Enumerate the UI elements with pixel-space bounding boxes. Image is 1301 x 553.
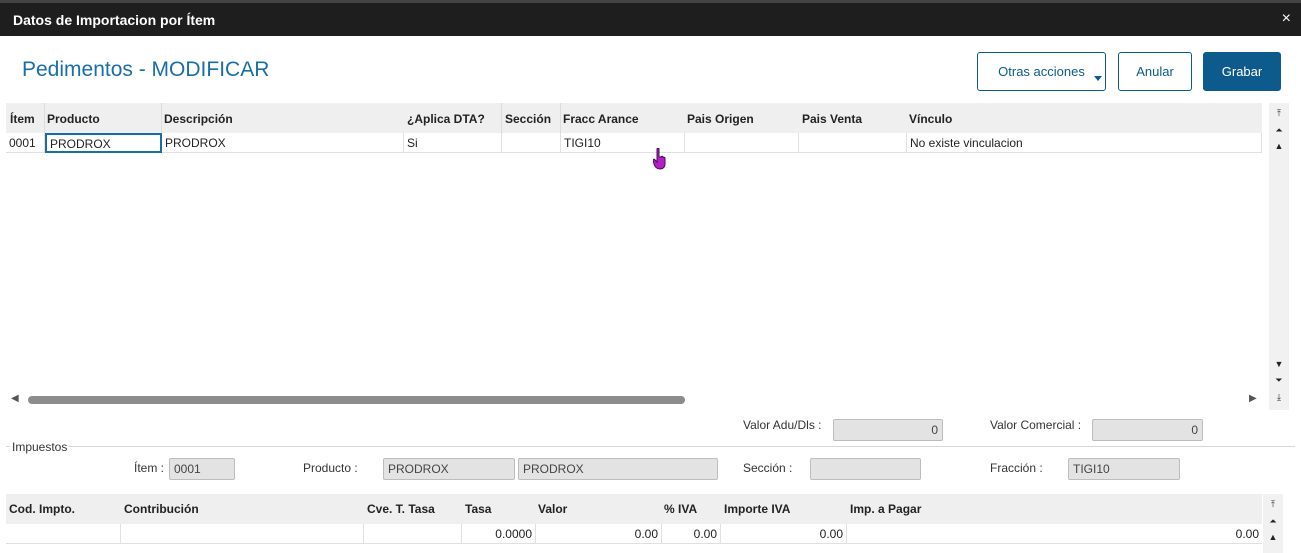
col-valor[interactable]: Valor: [538, 502, 567, 516]
cell-producto[interactable]: PRODROX: [45, 133, 162, 153]
impuesto-producto-label: Producto :: [303, 461, 358, 475]
close-icon[interactable]: ×: [1282, 11, 1291, 27]
impuesto-fraccion-label: Fracción :: [990, 461, 1043, 475]
items-vertical-scrollbar[interactable]: ⤒ ⏶ ▲ ▼ ⏷ ⤓: [1269, 103, 1289, 410]
cell-vinculo[interactable]: No existe vinculacion: [907, 133, 1262, 153]
valor-comercial-field: 0: [1092, 419, 1203, 441]
scroll-left-icon[interactable]: ◀: [11, 393, 19, 404]
window-title: Datos de Importacion por Ítem: [13, 12, 216, 28]
items-horizontal-scrollbar[interactable]: ◀ ▶: [6, 391, 1262, 407]
tax-vertical-scrollbar[interactable]: ⤒ ⏶ ▲: [1263, 494, 1283, 553]
col-producto[interactable]: Producto: [47, 112, 100, 126]
scroll-prev-page-icon[interactable]: ⏶: [1272, 123, 1286, 137]
col-pct-iva[interactable]: % IVA: [664, 502, 697, 516]
scroll-first-icon[interactable]: ⤒: [1272, 106, 1286, 120]
col-fracc-arance[interactable]: Fracc Arance: [563, 112, 639, 126]
table-row[interactable]: 0001 PRODROX PRODROX Si TIGI10 No existe…: [6, 133, 1262, 153]
scrollbar-thumb[interactable]: [28, 396, 685, 404]
impuesto-seccion-field: [810, 458, 921, 480]
col-pais-origen[interactable]: Pais Origen: [687, 112, 754, 126]
cell-imp-a-pagar[interactable]: 0.00: [847, 524, 1262, 544]
impuesto-fraccion-field: TIGI10: [1068, 458, 1180, 480]
col-item[interactable]: Ítem: [10, 112, 35, 126]
scroll-next-page-icon[interactable]: ⏷: [1272, 373, 1286, 387]
page-title: Pedimentos - MODIFICAR: [22, 58, 270, 81]
scroll-last-icon[interactable]: ⤓: [1272, 390, 1286, 404]
anular-button[interactable]: Anular: [1118, 52, 1192, 91]
cell-aplica-dta[interactable]: Si: [404, 133, 502, 153]
hand-pointer-icon: [653, 148, 666, 170]
cell-contribucion[interactable]: [121, 524, 364, 544]
scroll-down-icon[interactable]: ▼: [1272, 357, 1286, 371]
impuesto-seccion-label: Sección :: [743, 461, 793, 475]
impuesto-item-label: Ítem :: [134, 461, 165, 475]
dialog-window: Datos de Importacion por Ítem × Pediment…: [0, 0, 1301, 553]
tax-grid-header: Cod. Impto. Contribución Cve. T. Tasa Ta…: [6, 494, 1262, 524]
cell-pais-origen[interactable]: [685, 133, 799, 153]
col-imp-a-pagar[interactable]: Imp. a Pagar: [850, 502, 921, 516]
cell-importe-iva[interactable]: 0.00: [721, 524, 847, 544]
cell-cve-t-tasa[interactable]: [364, 524, 462, 544]
impuestos-divider: [6, 446, 1295, 447]
col-aplica-dta[interactable]: ¿Aplica DTA?: [407, 112, 485, 126]
col-contribucion[interactable]: Contribución: [124, 502, 199, 516]
scroll-first-icon[interactable]: ⤒: [1266, 497, 1280, 511]
cell-valor[interactable]: 0.00: [536, 524, 662, 544]
impuesto-item-field: 0001: [169, 458, 235, 480]
impuesto-producto-code-field: PRODROX: [383, 458, 515, 480]
col-descripcion[interactable]: Descripción: [164, 112, 233, 126]
cell-tasa[interactable]: 0.0000: [462, 524, 536, 544]
cell-pais-venta[interactable]: [799, 133, 907, 153]
caret-down-icon: [1094, 76, 1102, 81]
otras-acciones-label: Otras acciones: [998, 64, 1085, 79]
otras-acciones-button[interactable]: Otras acciones: [977, 52, 1106, 91]
valor-adu-field: 0: [833, 419, 943, 441]
table-row[interactable]: 0.0000 0.00 0.00 0.00 0.00: [6, 524, 1262, 544]
cell-cod-impto[interactable]: [6, 524, 121, 544]
cell-item[interactable]: 0001: [6, 133, 45, 153]
col-cod-impto[interactable]: Cod. Impto.: [9, 502, 75, 516]
col-vinculo[interactable]: Vínculo: [909, 112, 952, 126]
title-bar: Datos de Importacion por Ítem ×: [0, 0, 1301, 36]
impuestos-legend: Impuestos: [10, 440, 70, 454]
scroll-right-icon[interactable]: ▶: [1249, 393, 1257, 404]
cell-descripcion[interactable]: PRODROX: [162, 133, 404, 153]
col-seccion[interactable]: Sección: [505, 112, 551, 126]
valor-comercial-label: Valor Comercial :: [990, 418, 1082, 432]
scroll-prev-page-icon[interactable]: ⏶: [1266, 514, 1280, 528]
col-pais-venta[interactable]: Pais Venta: [802, 112, 862, 126]
col-tasa[interactable]: Tasa: [465, 502, 491, 516]
cell-pct-iva[interactable]: 0.00: [662, 524, 721, 544]
grabar-button[interactable]: Grabar: [1203, 52, 1281, 91]
scroll-up-icon[interactable]: ▲: [1266, 530, 1280, 544]
cell-seccion[interactable]: [502, 133, 561, 153]
col-cve-t-tasa[interactable]: Cve. T. Tasa: [367, 502, 435, 516]
scroll-up-icon[interactable]: ▲: [1272, 139, 1286, 153]
impuesto-producto-desc-field: PRODROX: [518, 458, 718, 480]
items-grid-header: Ítem Producto Descripción ¿Aplica DTA? S…: [6, 103, 1262, 133]
valor-adu-label: Valor Adu/Dls :: [743, 418, 822, 432]
items-grid: Ítem Producto Descripción ¿Aplica DTA? S…: [6, 103, 1289, 410]
col-importe-iva[interactable]: Importe IVA: [724, 502, 790, 516]
